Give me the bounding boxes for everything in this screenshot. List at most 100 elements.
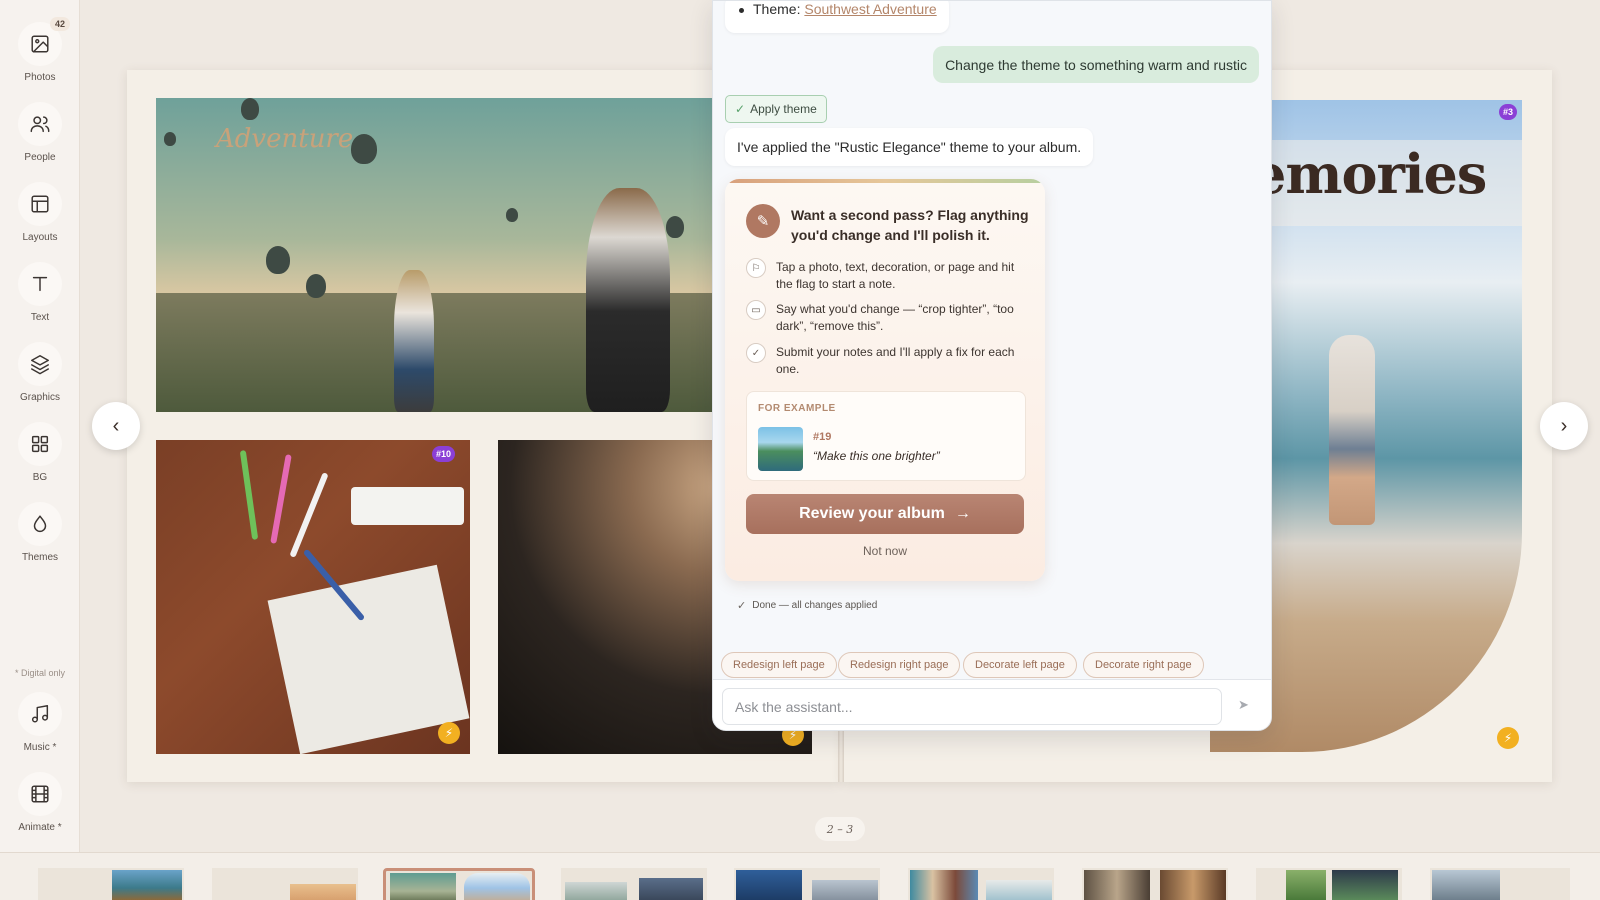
photo-marker: [239, 450, 259, 540]
photo-art-supplies[interactable]: #10 ⚡: [156, 440, 470, 754]
tool-label: Text: [30, 312, 50, 323]
step-text: Tap a photo, text, decoration, or page a…: [776, 260, 1015, 291]
thumbnail-spread[interactable]: [1430, 868, 1570, 900]
check-icon: ✓: [737, 600, 747, 612]
thumbnail-spread[interactable]: [561, 868, 707, 900]
thumbnail-spread[interactable]: [1256, 868, 1402, 900]
text-icon: [32, 276, 48, 292]
tool-label: Layouts: [22, 232, 58, 243]
apply-theme-chip[interactable]: ✓ Apply theme: [725, 95, 827, 123]
tool-label: Photos: [24, 72, 56, 83]
page-thumbnail-strip[interactable]: [0, 852, 1600, 900]
tool-music[interactable]: Music *: [0, 692, 80, 753]
card-title: Want a second pass? Flag anything you'd …: [791, 207, 1029, 243]
thumbnail-spread[interactable]: [1082, 868, 1228, 900]
graphics-icon-wrap: [18, 342, 62, 386]
balloon-shape: [306, 274, 326, 298]
photo-marker: [289, 472, 329, 558]
photo-number-badge: #10: [432, 446, 456, 462]
thumbnail-image: [1286, 870, 1326, 900]
music-icon: [31, 705, 49, 723]
assistant-chat-panel[interactable]: Theme: Southwest Adventure Change the th…: [712, 0, 1272, 731]
prev-page-button[interactable]: ‹: [92, 402, 140, 450]
thumbnail-spread[interactable]: [212, 868, 358, 900]
tool-layouts[interactable]: Layouts: [0, 182, 80, 243]
photos-icon-wrap: 42: [18, 17, 70, 66]
card-step: ⚐ Tap a photo, text, decoration, or page…: [746, 258, 1031, 293]
chevron-left-icon: ‹: [112, 414, 120, 437]
check-icon: ✓: [735, 102, 746, 116]
flag-icon: ⚐: [746, 258, 766, 278]
photo-figure-man: [586, 188, 670, 412]
thumbnail-image: [565, 882, 627, 900]
bolt-icon[interactable]: ⚡: [438, 722, 460, 744]
bolt-icon[interactable]: ⚡: [1497, 727, 1519, 749]
pencil-icon: ✎: [746, 204, 780, 238]
music-icon-wrap: [18, 692, 62, 736]
card-accent-line: [725, 179, 1045, 183]
layers-icon: [31, 355, 49, 375]
people-icon-wrap: [18, 102, 62, 146]
thumbnail-image: [1084, 870, 1150, 900]
tool-label: People: [24, 152, 56, 163]
tool-text[interactable]: Text: [0, 262, 80, 323]
quick-action-redesign-right[interactable]: Redesign right page: [838, 652, 961, 678]
animate-icon-wrap: [18, 772, 62, 816]
card-step: ▭ Say what you'd change — “crop tighter”…: [746, 300, 1031, 335]
theme-prefix: Theme:: [753, 1, 805, 17]
photo-figure-woman: [394, 270, 434, 412]
drop-icon: [33, 515, 47, 532]
adventure-title[interactable]: Adventure: [216, 124, 353, 154]
tool-label: BG: [32, 472, 48, 483]
tool-photos[interactable]: 42 Photos: [0, 17, 80, 83]
thumbnail-spread[interactable]: [908, 868, 1054, 900]
balloon-shape: [266, 246, 290, 274]
thumbnail-image: [290, 884, 356, 900]
send-icon[interactable]: ➤: [1238, 697, 1258, 717]
quick-action-redesign-left[interactable]: Redesign left page: [721, 652, 837, 678]
done-text: Done — all changes applied: [752, 600, 878, 611]
photos-count-badge: 42: [49, 17, 70, 31]
tool-graphics[interactable]: Graphics: [0, 342, 80, 403]
layouts-icon-wrap: [18, 182, 62, 226]
thumbnail-image: [1160, 870, 1226, 900]
tool-themes[interactable]: Themes: [0, 502, 80, 563]
tool-animate[interactable]: Animate *: [0, 772, 80, 833]
tool-people[interactable]: People: [0, 102, 80, 163]
thumbnail-image: [736, 870, 802, 900]
balloon-shape: [666, 216, 684, 238]
balloon-shape: [241, 98, 259, 120]
assistant-theme-message: Theme: Southwest Adventure: [725, 1, 949, 33]
memories-title[interactable]: emories: [1252, 142, 1487, 206]
step-text: Submit your notes and I'll apply a fix f…: [776, 345, 1015, 376]
photo-palette: [350, 487, 464, 525]
thumbnail-spread[interactable]: [734, 868, 880, 900]
thumbnail-image: [390, 873, 456, 900]
photo-number-badge: #3: [1499, 104, 1518, 120]
assistant-message: I've applied the "Rustic Elegance" theme…: [725, 128, 1094, 166]
comment-icon: ▭: [746, 300, 766, 320]
tool-label: Themes: [21, 552, 59, 563]
grid-icon: [31, 435, 49, 453]
image-icon: [31, 35, 49, 53]
bg-icon-wrap: [18, 422, 62, 466]
not-now-link[interactable]: Not now: [725, 544, 1045, 558]
thumbnail-image: [812, 880, 878, 900]
quick-action-decorate-right[interactable]: Decorate right page: [1083, 652, 1204, 678]
review-album-label: Review your album: [799, 505, 945, 522]
thumbnail-spread[interactable]: [38, 868, 184, 900]
next-page-button[interactable]: ›: [1540, 402, 1588, 450]
review-album-button[interactable]: Review your album →: [746, 494, 1024, 534]
balloon-shape: [351, 134, 377, 164]
thumbnail-spread-selected[interactable]: [383, 868, 535, 900]
balloon-shape: [506, 208, 518, 222]
quick-action-decorate-left[interactable]: Decorate left page: [963, 652, 1077, 678]
photo-person: [1328, 334, 1375, 525]
balloon-shape: [164, 132, 176, 146]
chat-input[interactable]: [722, 688, 1222, 725]
example-box: FOR EXAMPLE #19 “Make this one brighter”: [746, 391, 1026, 481]
user-message: Change the theme to something warm and r…: [933, 46, 1259, 83]
tool-bg[interactable]: BG: [0, 422, 80, 483]
theme-link[interactable]: Southwest Adventure: [804, 1, 936, 17]
layout-icon: [31, 195, 49, 213]
